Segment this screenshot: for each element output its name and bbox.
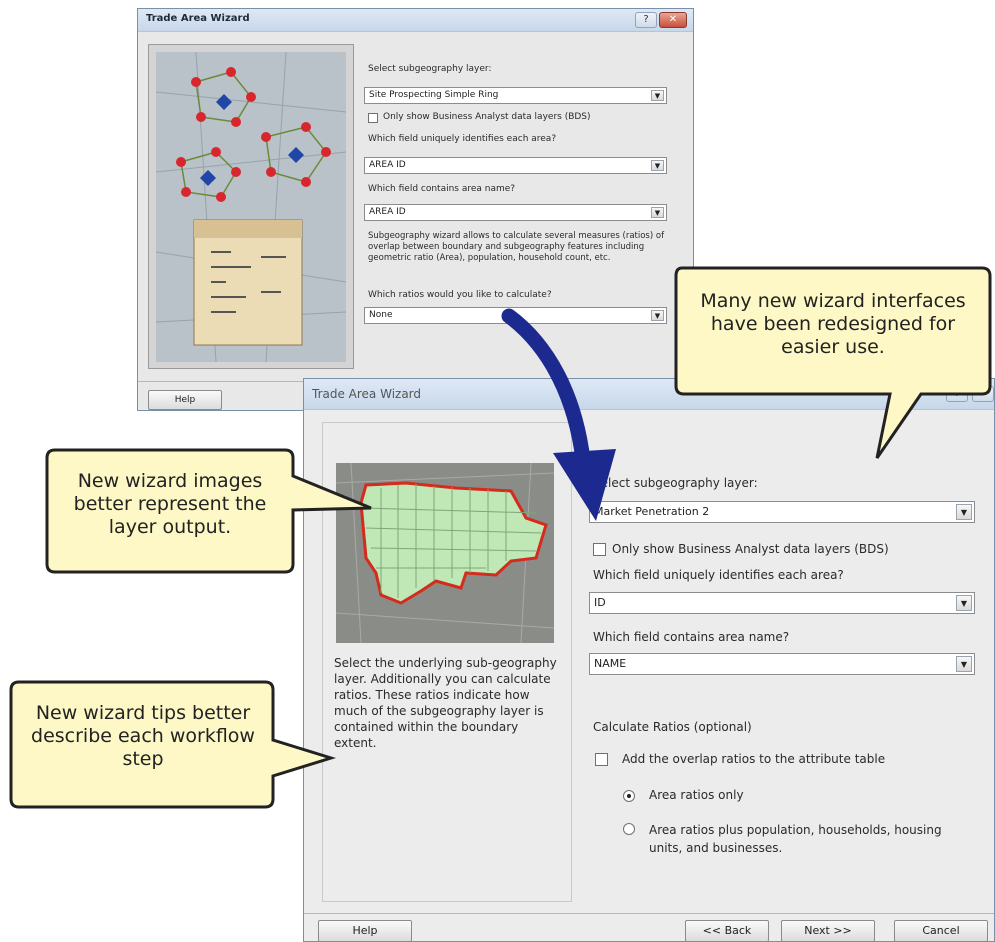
front-add-ratios-checkbox[interactable] — [595, 753, 608, 766]
front-footer-separator — [304, 913, 994, 914]
front-id-field-label: Which field uniquely identifies each are… — [593, 568, 844, 582]
front-subgeo-value: Market Penetration 2 — [594, 505, 710, 518]
callout-images-text: New wizard images better represent the l… — [73, 470, 267, 538]
front-ratios-header: Calculate Ratios (optional) — [593, 720, 752, 734]
front-area-only-radio[interactable] — [623, 790, 635, 802]
front-next-button[interactable]: Next >> — [781, 920, 875, 942]
chevron-down-icon[interactable]: ▼ — [651, 90, 664, 101]
callout-redesign: Many new wizard interfaces have been red… — [674, 266, 995, 468]
front-name-field-value: NAME — [594, 657, 627, 670]
chevron-down-icon[interactable]: ▼ — [651, 310, 664, 321]
front-area-plus-radio[interactable] — [623, 823, 635, 835]
back-subgeo-label: Select subgeography layer: — [368, 64, 492, 74]
front-add-ratios-label: Add the overlap ratios to the attribute … — [622, 752, 886, 766]
front-wizard-tip: Select the underlying sub-geography laye… — [334, 656, 557, 750]
chevron-down-icon[interactable]: ▼ — [956, 595, 972, 611]
back-id-field-value: AREA ID — [369, 160, 406, 170]
front-area-only-label: Area ratios only — [649, 788, 744, 802]
back-name-field-value: AREA ID — [369, 207, 406, 217]
back-ratios-label: Which ratios would you like to calculate… — [368, 290, 552, 300]
back-wizard-illustration — [156, 52, 346, 362]
front-dialog-title: Trade Area Wizard — [312, 387, 422, 401]
front-bds-label: Only show Business Analyst data layers (… — [612, 542, 889, 556]
front-name-field-label: Which field contains area name? — [593, 630, 790, 644]
back-bds-checkbox[interactable] — [368, 113, 378, 123]
front-subgeo-combo[interactable]: Market Penetration 2 ▼ — [589, 501, 975, 523]
chevron-down-icon[interactable]: ▼ — [651, 207, 664, 218]
chevron-down-icon[interactable]: ▼ — [956, 656, 972, 672]
back-close-icon[interactable]: ✕ — [659, 12, 687, 28]
trade-area-wizard-back-dialog: Trade Area Wizard ? ✕ Select subgeograph… — [137, 8, 694, 411]
front-area-plus-label: Area ratios plus population, households,… — [649, 823, 942, 855]
back-help-button[interactable]: Help — [148, 390, 222, 410]
radio-selected-dot — [627, 794, 631, 798]
back-dialog-titlebar: Trade Area Wizard ? ✕ — [138, 9, 693, 32]
callout-tips-text: New wizard tips better describe each wor… — [31, 702, 255, 770]
front-cancel-button[interactable]: Cancel — [894, 920, 988, 942]
back-help-title-icon[interactable]: ? — [635, 12, 657, 28]
back-bds-label: Only show Business Analyst data layers (… — [383, 112, 591, 122]
front-id-field-combo[interactable]: ID ▼ — [589, 592, 975, 614]
back-ratios-value: None — [369, 310, 393, 320]
front-bds-checkbox[interactable] — [593, 543, 606, 556]
back-subgeo-value: Site Prospecting Simple Ring — [369, 90, 499, 100]
back-dialog-title: Trade Area Wizard — [146, 13, 250, 24]
callout-redesign-text: Many new wizard interfaces have been red… — [700, 290, 966, 358]
back-name-field-label: Which field contains area name? — [368, 184, 516, 194]
chevron-down-icon[interactable]: ▼ — [651, 160, 664, 171]
callout-tips: New wizard tips better describe each wor… — [9, 680, 351, 812]
front-subgeo-label: Select subgeography layer: — [593, 476, 758, 490]
front-id-field-value: ID — [594, 596, 606, 609]
back-id-field-combo[interactable]: AREA ID ▼ — [364, 157, 667, 174]
front-back-button[interactable]: << Back — [685, 920, 769, 942]
back-ratios-combo[interactable]: None ▼ — [364, 307, 667, 324]
back-name-field-combo[interactable]: AREA ID ▼ — [364, 204, 667, 221]
back-description: Subgeography wizard allows to calculate … — [368, 231, 665, 263]
front-name-field-combo[interactable]: NAME ▼ — [589, 653, 975, 675]
chevron-down-icon[interactable]: ▼ — [956, 504, 972, 520]
front-help-button[interactable]: Help — [318, 920, 412, 942]
callout-images: New wizard images better represent the l… — [45, 448, 387, 580]
back-subgeo-combo[interactable]: Site Prospecting Simple Ring ▼ — [364, 87, 667, 104]
back-id-field-label: Which field uniquely identifies each are… — [368, 134, 557, 144]
back-image-panel — [148, 44, 354, 369]
